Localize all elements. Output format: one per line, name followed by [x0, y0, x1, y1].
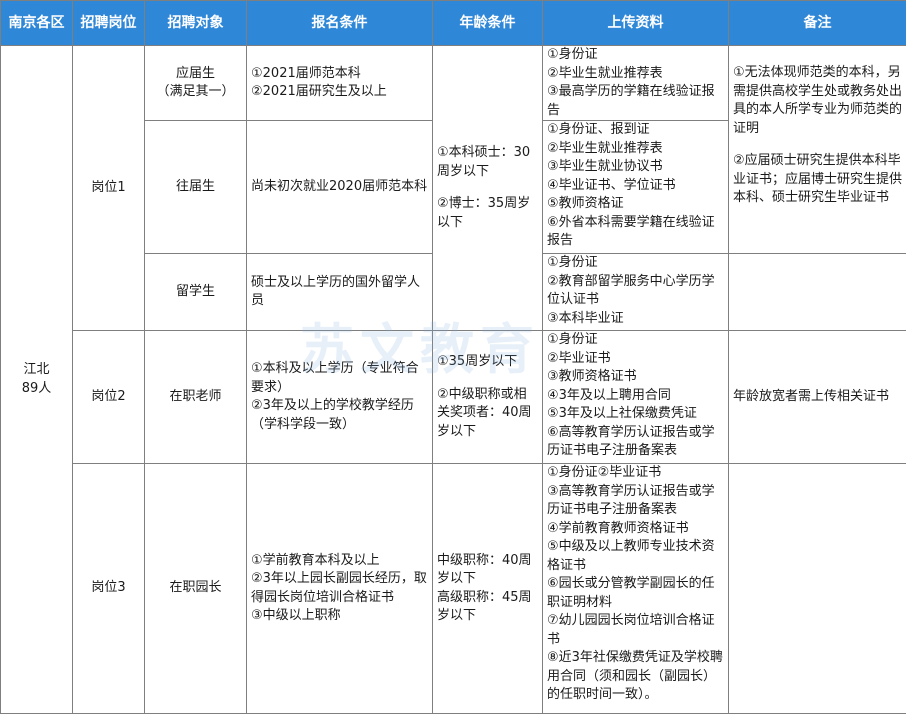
- upload-item: ①身份证: [547, 255, 598, 270]
- upload-teacher-cell: ①身份证 ②毕业证书 ③教师资格证书 ④3年及以上聘用合同 ⑤3年及以上社保缴费…: [542, 330, 729, 464]
- condition-fresh-cell: ①2021届师范本科 ②2021届研究生及以上: [246, 45, 433, 121]
- upload-item: ⑥园长或分管教学副园长的任职证明材料: [547, 576, 715, 610]
- note-overseas-cell: [728, 253, 906, 331]
- upload-item: ⑥外省本科需要学籍在线验证报告: [547, 214, 715, 249]
- target-fresh-cell: 应届生 （满足其一）: [144, 45, 247, 121]
- condition-overseas-cell: 硕士及以上学历的国外留学人员: [246, 253, 433, 331]
- age-p2-cell: ①35周岁以下 ②中级职称或相关奖项者：40周岁以下: [432, 330, 543, 464]
- target-fresh-note: （满足其一）: [156, 84, 235, 99]
- condition-item: ①2021届师范本科: [251, 65, 361, 81]
- condition-item: ②2021届研究生及以上: [251, 84, 387, 99]
- condition-teacher-cell: ①本科及以上学历（专业符合要求） ②3年及以上的学校教学经历（学科学段一致）: [246, 330, 433, 464]
- upload-item: ⑦幼儿园园长岗位培训合格证书: [547, 613, 715, 647]
- upload-item: ①身份证②毕业证书: [547, 465, 662, 480]
- upload-item: ③毕业生就业协议书: [547, 159, 663, 174]
- target-fresh: 应届生: [175, 65, 215, 81]
- age-p1-cell: ①本科硕士：30周岁以下 ②博士：35周岁以下: [432, 45, 543, 331]
- upload-item: ②毕业证书: [547, 350, 611, 366]
- condition-item: ①本科及以上学历（专业符合要求）: [251, 361, 419, 395]
- upload-item: ①身份证: [547, 332, 598, 347]
- upload-item: ③高等教育学历认证报告或学历证书电子注册备案表: [547, 483, 715, 518]
- age-item: ①本科硕士：30周岁以下: [437, 145, 531, 179]
- upload-overseas-cell: ①身份证 ②教育部留学服务中心学历学位认证书 ③本科毕业证: [542, 253, 729, 331]
- upload-principal-cell: ①身份证②毕业证书 ③高等教育学历认证报告或学历证书电子注册备案表 ④学前教育教…: [542, 463, 729, 714]
- condition-item: ②3年及以上的学校教学经历（学科学段一致）: [251, 398, 414, 432]
- target-previous-cell: 往届生: [144, 120, 247, 254]
- upload-item: ②教育部留学服务中心学历学位认证书: [547, 273, 715, 308]
- header-target: 招聘对象: [144, 0, 247, 46]
- header-post: 招聘岗位: [72, 0, 145, 46]
- age-item: 高级职称：45周岁以下: [437, 589, 532, 624]
- upload-item: ①身份证: [547, 47, 598, 62]
- upload-item: ②毕业生就业推荐表: [547, 65, 663, 81]
- table-row: 岗位3 在职园长 ①学前教育本科及以上 ②3年以上园长副园长经历，取得园长岗位培…: [1, 463, 906, 714]
- target-principal-cell: 在职园长: [144, 463, 247, 714]
- header-district: 南京各区: [0, 0, 73, 46]
- header-uploads: 上传资料: [542, 0, 729, 46]
- age-item: ①35周岁以下: [437, 354, 518, 369]
- condition-principal-cell: ①学前教育本科及以上 ②3年以上园长副园长经历，取得园长岗位培训合格证书 ③中级…: [246, 463, 433, 714]
- upload-item: ③本科毕业证: [547, 310, 624, 326]
- upload-item: ②毕业生就业推荐表: [547, 140, 663, 156]
- district-cell: 江北 89人: [0, 45, 73, 714]
- note-p1-cell: ①无法体现师范类的本科，另需提供高校学生处或教务处出具的本人所学专业为师范类的证…: [728, 45, 906, 254]
- condition-item: ②3年以上园长副园长经历，取得园长岗位培训合格证书: [251, 571, 427, 605]
- target-overseas-cell: 留学生: [144, 253, 247, 331]
- upload-item: ③最高学历的学籍在线验证报告: [547, 84, 715, 118]
- upload-item: ⑤中级及以上教师专业技术资格证书: [547, 539, 715, 573]
- post-1-cell: 岗位1: [72, 45, 145, 331]
- upload-item: ④毕业证书、学位证书: [547, 177, 676, 193]
- upload-item: ③教师资格证书: [547, 369, 637, 384]
- age-item: ②博士：35周岁以下: [437, 196, 531, 230]
- district-name: 江北: [23, 362, 50, 377]
- header-age: 年龄条件: [432, 0, 543, 46]
- condition-item: ③中级以上职称: [251, 608, 341, 623]
- recruitment-table: 南京各区 招聘岗位 招聘对象 报名条件 年龄条件 上传资料 备注 江北 89人 …: [0, 0, 906, 714]
- age-p3-cell: 中级职称：40周岁以下 高级职称：45周岁以下: [432, 463, 543, 714]
- district-count: 89人: [21, 380, 52, 396]
- header-notes: 备注: [728, 0, 906, 46]
- upload-previous-cell: ①身份证、报到证 ②毕业生就业推荐表 ③毕业生就业协议书 ④毕业证书、学位证书 …: [542, 120, 729, 254]
- upload-item: ①身份证、报到证: [547, 122, 650, 137]
- upload-fresh-cell: ①身份证 ②毕业生就业推荐表 ③最高学历的学籍在线验证报告: [542, 45, 729, 121]
- condition-item: ①学前教育本科及以上: [251, 552, 380, 568]
- note-p2-cell: 年龄放宽者需上传相关证书: [728, 330, 906, 464]
- table-row: 岗位2 在职老师 ①本科及以上学历（专业符合要求） ②3年及以上的学校教学经历（…: [1, 330, 906, 464]
- upload-item: ⑤教师资格证: [547, 196, 624, 211]
- upload-item: ④3年及以上聘用合同: [547, 387, 671, 403]
- note-item: ①无法体现师范类的本科，另需提供高校学生处或教务处出具的本人所学专业为师范类的证…: [733, 65, 903, 136]
- upload-item: ⑥高等教育学历认证报告或学历证书电子注册备案表: [547, 424, 715, 459]
- note-item: ②应届硕士研究生提供本科毕业证书；应届博士研究生提供本科、硕士研究生毕业证书: [733, 153, 903, 205]
- note-principal-cell: [728, 463, 906, 714]
- age-item: ②中级职称或相关奖项者：40周岁以下: [437, 386, 532, 439]
- target-teacher-cell: 在职老师: [144, 330, 247, 464]
- post-2-cell: 岗位2: [72, 330, 145, 464]
- upload-item: ⑧近3年社保缴费凭证及学校聘用合同（须和园长（副园长）的任职时间一致）。: [547, 650, 723, 702]
- upload-item: ⑤3年及以上社保缴费凭证: [547, 406, 697, 421]
- table-row: 江北 89人 岗位1 应届生 （满足其一） ①2021届师范本科 ②2021届研…: [0, 45, 906, 714]
- condition-previous-cell: 尚未初次就业2020届师范本科: [246, 120, 433, 254]
- age-item: 中级职称：40周岁以下: [437, 552, 532, 587]
- header-conditions: 报名条件: [246, 0, 433, 46]
- upload-item: ④学前教育教师资格证书: [547, 520, 689, 536]
- post-3-cell: 岗位3: [72, 463, 145, 714]
- header-row: 南京各区 招聘岗位 招聘对象 报名条件 年龄条件 上传资料 备注: [0, 0, 906, 46]
